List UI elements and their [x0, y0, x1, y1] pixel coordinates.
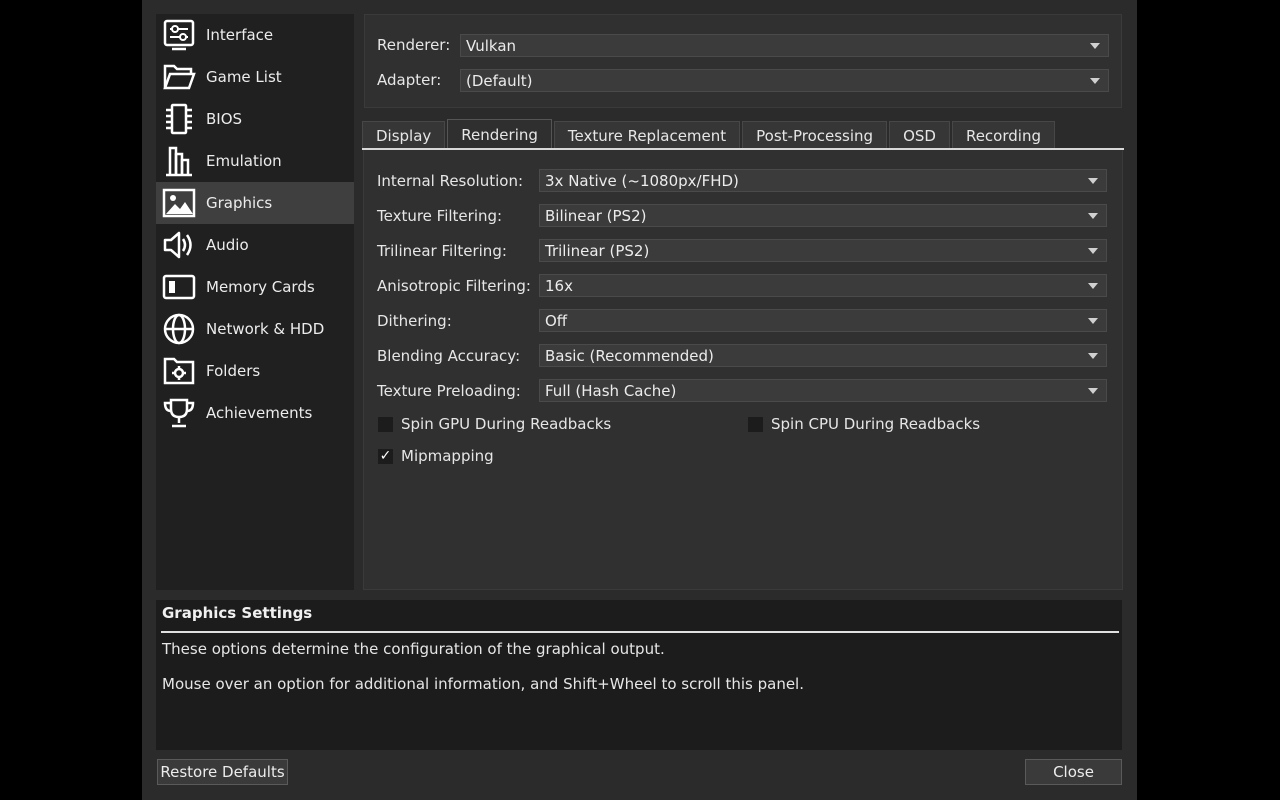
- sidebar-item-network-hdd[interactable]: Network & HDD: [156, 308, 354, 350]
- texture-preloading-label: Texture Preloading:: [377, 382, 521, 400]
- blending-accuracy-select[interactable]: Basic (Recommended): [539, 344, 1107, 367]
- sidebar-item-label: Folders: [206, 362, 261, 380]
- sidebar-item-label: Interface: [206, 26, 274, 44]
- rendering-tab-content: Internal Resolution: 3x Native (~1080px/…: [363, 150, 1123, 590]
- adapter-label: Adapter:: [377, 71, 442, 89]
- blending-accuracy-value: Basic (Recommended): [545, 346, 714, 365]
- internal-resolution-label: Internal Resolution:: [377, 172, 524, 190]
- dithering-select[interactable]: Off: [539, 309, 1107, 332]
- close-button[interactable]: Close: [1025, 759, 1122, 785]
- sidebar-item-emulation[interactable]: Emulation: [156, 140, 354, 182]
- adapter-value: (Default): [466, 71, 533, 90]
- sidebar-item-folders[interactable]: Folders: [156, 350, 354, 392]
- sidebar-item-audio[interactable]: Audio: [156, 224, 354, 266]
- adapter-select[interactable]: (Default): [460, 69, 1109, 92]
- folder-gear-icon: [162, 354, 196, 388]
- chevron-down-icon: [1088, 318, 1098, 324]
- memory-card-icon: [162, 270, 196, 304]
- spin-cpu-label: Spin CPU During Readbacks: [771, 415, 981, 433]
- renderer-label: Renderer:: [377, 36, 451, 54]
- image-icon: [162, 186, 196, 220]
- tab-bar: Display Rendering Texture Replacement Po…: [362, 119, 1057, 149]
- texture-filtering-label: Texture Filtering:: [377, 207, 503, 225]
- speaker-icon: [162, 228, 196, 262]
- sidebar-item-label: Emulation: [206, 152, 282, 170]
- chevron-down-icon: [1090, 43, 1100, 49]
- blending-accuracy-label: Blending Accuracy:: [377, 347, 521, 365]
- help-hint: Mouse over an option for additional info…: [162, 675, 804, 693]
- tab-texture-replacement[interactable]: Texture Replacement: [553, 121, 741, 149]
- renderer-select[interactable]: Vulkan: [460, 34, 1109, 57]
- sidebar-item-label: Graphics: [206, 194, 273, 212]
- tab-post-processing[interactable]: Post-Processing: [742, 121, 888, 149]
- mipmapping-label: Mipmapping: [401, 447, 494, 465]
- help-divider: [161, 631, 1119, 633]
- tab-recording[interactable]: Recording: [951, 121, 1055, 149]
- trilinear-filtering-value: Trilinear (PS2): [545, 241, 650, 260]
- help-title: Graphics Settings: [162, 604, 313, 622]
- settings-window: Interface Game List BIOS Emulation Graph…: [142, 0, 1137, 800]
- sidebar-item-interface[interactable]: Interface: [156, 14, 354, 56]
- chevron-down-icon: [1088, 353, 1098, 359]
- spin-gpu-label: Spin GPU During Readbacks: [401, 415, 612, 433]
- sidebar-item-label: BIOS: [206, 110, 243, 128]
- sidebar-item-label: Audio: [206, 236, 249, 254]
- texture-filtering-value: Bilinear (PS2): [545, 206, 647, 225]
- tab-rendering[interactable]: Rendering: [447, 119, 552, 149]
- sidebar-item-memory-cards[interactable]: Memory Cards: [156, 266, 354, 308]
- internal-resolution-select[interactable]: 3x Native (~1080px/FHD): [539, 169, 1107, 192]
- checkmark-icon[interactable]: ✓: [378, 448, 393, 464]
- texture-preloading-value: Full (Hash Cache): [545, 381, 677, 400]
- texture-preloading-select[interactable]: Full (Hash Cache): [539, 379, 1107, 402]
- anisotropic-filtering-select[interactable]: 16x: [539, 274, 1107, 297]
- chevron-down-icon: [1090, 78, 1100, 84]
- anisotropic-filtering-label: Anisotropic Filtering:: [377, 277, 531, 295]
- sidebar-item-bios[interactable]: BIOS: [156, 98, 354, 140]
- help-text: These options determine the configuratio…: [162, 640, 665, 658]
- sidebar-item-game-list[interactable]: Game List: [156, 56, 354, 98]
- sidebar-item-label: Memory Cards: [206, 278, 315, 296]
- tab-osd[interactable]: OSD: [889, 121, 950, 149]
- chevron-down-icon: [1088, 283, 1098, 289]
- chevron-down-icon: [1088, 178, 1098, 184]
- chevron-down-icon: [1088, 248, 1098, 254]
- globe-icon: [162, 312, 196, 346]
- trilinear-filtering-select[interactable]: Trilinear (PS2): [539, 239, 1107, 262]
- anisotropic-filtering-value: 16x: [545, 276, 573, 295]
- chip-icon: [162, 102, 196, 136]
- spin-gpu-checkbox-box[interactable]: [378, 416, 393, 432]
- tab-display[interactable]: Display: [362, 121, 446, 149]
- trophy-icon: [162, 396, 196, 430]
- restore-defaults-button[interactable]: Restore Defaults: [157, 759, 288, 785]
- dithering-label: Dithering:: [377, 312, 452, 330]
- sidebar: Interface Game List BIOS Emulation Graph…: [156, 14, 354, 590]
- mipmapping-checkbox[interactable]: ✓ Mipmapping: [378, 447, 494, 465]
- dithering-value: Off: [545, 311, 568, 330]
- chevron-down-icon: [1088, 213, 1098, 219]
- folder-open-icon: [162, 60, 196, 94]
- sidebar-item-label: Network & HDD: [206, 320, 325, 338]
- chevron-down-icon: [1088, 388, 1098, 394]
- sidebar-item-label: Game List: [206, 68, 282, 86]
- spin-cpu-checkbox[interactable]: Spin CPU During Readbacks: [748, 415, 980, 433]
- emulation-icon: [162, 144, 196, 178]
- sidebar-item-label: Achievements: [206, 404, 313, 422]
- help-panel: Graphics Settings These options determin…: [156, 600, 1122, 750]
- renderer-panel: Renderer: Vulkan Adapter: (Default): [364, 14, 1122, 108]
- renderer-value: Vulkan: [466, 36, 517, 55]
- interface-icon: [162, 18, 196, 52]
- texture-filtering-select[interactable]: Bilinear (PS2): [539, 204, 1107, 227]
- spin-gpu-checkbox[interactable]: Spin GPU During Readbacks: [378, 415, 611, 433]
- sidebar-item-achievements[interactable]: Achievements: [156, 392, 354, 434]
- internal-resolution-value: 3x Native (~1080px/FHD): [545, 171, 739, 190]
- sidebar-item-graphics[interactable]: Graphics: [156, 182, 354, 224]
- spin-cpu-checkbox-box[interactable]: [748, 416, 763, 432]
- trilinear-filtering-label: Trilinear Filtering:: [377, 242, 507, 260]
